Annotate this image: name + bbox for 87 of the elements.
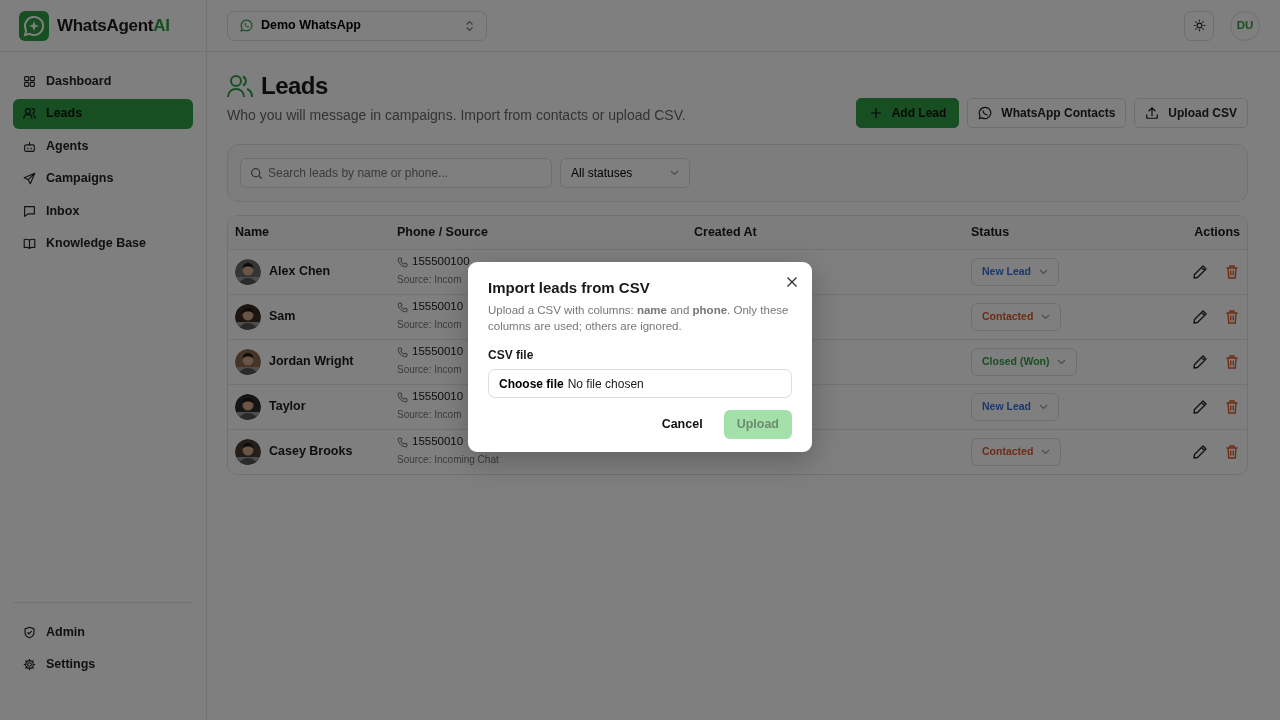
trash-icon[interactable]	[1224, 353, 1240, 370]
plus-icon	[868, 105, 883, 120]
page-subtitle: Who you will message in campaigns. Import from contacts or upload CSV.	[227, 105, 686, 125]
lead-source: Source: Incoming Chat	[397, 452, 499, 467]
chevron-down-icon	[1039, 268, 1048, 275]
phone-number: 15550010	[412, 345, 464, 359]
phone-icon	[397, 256, 408, 268]
column-header: Actions	[1193, 223, 1241, 241]
trash-icon[interactable]	[1224, 263, 1240, 280]
phone-icon	[397, 301, 408, 313]
chevron-down-icon	[1041, 313, 1051, 320]
phone-icon	[397, 346, 408, 358]
lead-source: Source: Incom	[397, 362, 462, 377]
sun-icon	[1192, 19, 1206, 32]
robot-icon	[23, 139, 36, 153]
workspace-selector[interactable]: Demo WhatsApp	[227, 10, 487, 41]
book-icon	[23, 237, 36, 250]
close-icon[interactable]	[786, 276, 798, 288]
sidebar-item[interactable]: Dashboard	[13, 66, 193, 96]
trash-icon[interactable]	[1224, 308, 1240, 325]
dialog-description: Upload a CSV with columns: name and phone. Only these columns are used; others are ignored.	[488, 303, 790, 335]
lead-source: Source: Incom	[397, 407, 462, 422]
lead-name: Alex Chen	[269, 263, 331, 281]
lead-source: Source: Incom	[397, 272, 462, 287]
shield-icon	[23, 625, 36, 639]
upload-icon	[1145, 105, 1160, 120]
sidebar-item[interactable]: Inbox	[13, 196, 193, 226]
users-icon	[227, 74, 253, 99]
phone-number: 155500100	[412, 255, 470, 269]
action-button[interactable]: WhatsApp Contacts	[967, 97, 1127, 128]
lead-name: Jordan Wright	[269, 353, 354, 371]
phone-icon	[397, 436, 408, 448]
search-field[interactable]: Search leads by name or phone...	[240, 157, 552, 188]
sidebar-item[interactable]: Campaigns	[13, 163, 193, 194]
chevron-down-icon	[670, 169, 679, 176]
lead-name: Taylor	[269, 398, 306, 416]
status-dropdown[interactable]: Contacted	[971, 302, 1062, 331]
phone-number: 15550010	[412, 390, 464, 404]
send-icon	[23, 172, 36, 185]
whatsapp-icon	[978, 105, 993, 120]
choose-file-button[interactable]: Choose file	[499, 374, 564, 393]
column-header: Phone / Source	[397, 223, 489, 241]
chevron-down-icon	[1057, 358, 1067, 365]
chat-icon	[23, 204, 36, 218]
logo-icon	[19, 10, 49, 41]
sidebar-item[interactable]: Agents	[13, 131, 193, 161]
phone-number: 15550010	[412, 300, 464, 314]
search-icon	[250, 166, 263, 180]
grid-icon	[23, 74, 36, 88]
file-status: No file chosen	[567, 375, 644, 393]
edit-icon[interactable]	[1192, 308, 1208, 325]
column-header: Created At	[694, 223, 758, 241]
lead-name: Casey Brooks	[269, 443, 353, 461]
status-dropdown[interactable]: New Lead	[971, 392, 1059, 421]
cancel-button[interactable]: Cancel	[648, 410, 716, 440]
chevron-down-icon	[1041, 448, 1051, 455]
status-dropdown[interactable]: New Lead	[971, 257, 1059, 286]
page-title: Leads	[261, 72, 328, 101]
phone-icon	[397, 391, 408, 403]
phone-number: 15550010	[412, 435, 464, 449]
trash-icon[interactable]	[1224, 398, 1240, 415]
gear-icon	[23, 658, 36, 671]
status-dropdown[interactable]: Closed (Won)	[971, 347, 1078, 376]
action-button[interactable]: Upload CSV	[1134, 97, 1248, 128]
column-header: Status	[971, 223, 1011, 241]
lead-source: Source: Incom	[397, 317, 462, 332]
status-dropdown[interactable]: Contacted	[971, 437, 1062, 466]
whatsapp-icon	[240, 19, 253, 32]
column-header: Name	[234, 223, 271, 241]
edit-icon[interactable]	[1192, 443, 1208, 460]
chevron-updown-icon	[465, 19, 474, 32]
sidebar-item[interactable]: Settings	[13, 649, 193, 680]
lead-name: Sam	[269, 308, 296, 326]
sidebar-item[interactable]: Knowledge Base	[13, 228, 193, 259]
theme-toggle-button[interactable]	[1184, 10, 1214, 41]
dialog-title: Import leads from CSV	[488, 279, 651, 297]
chevron-down-icon	[1039, 403, 1048, 410]
edit-icon[interactable]	[1192, 398, 1208, 415]
trash-icon[interactable]	[1224, 443, 1240, 460]
edit-icon[interactable]	[1192, 353, 1208, 370]
edit-icon[interactable]	[1192, 263, 1208, 280]
brand-name: WhatsAgentAI	[57, 14, 170, 37]
file-field[interactable]: Choose file No file chosen	[488, 369, 792, 399]
field-label: CSV file	[488, 347, 535, 365]
users-icon	[23, 107, 36, 120]
sidebar-item[interactable]: Admin	[13, 617, 193, 647]
status-filter[interactable]: All statuses	[560, 157, 690, 188]
